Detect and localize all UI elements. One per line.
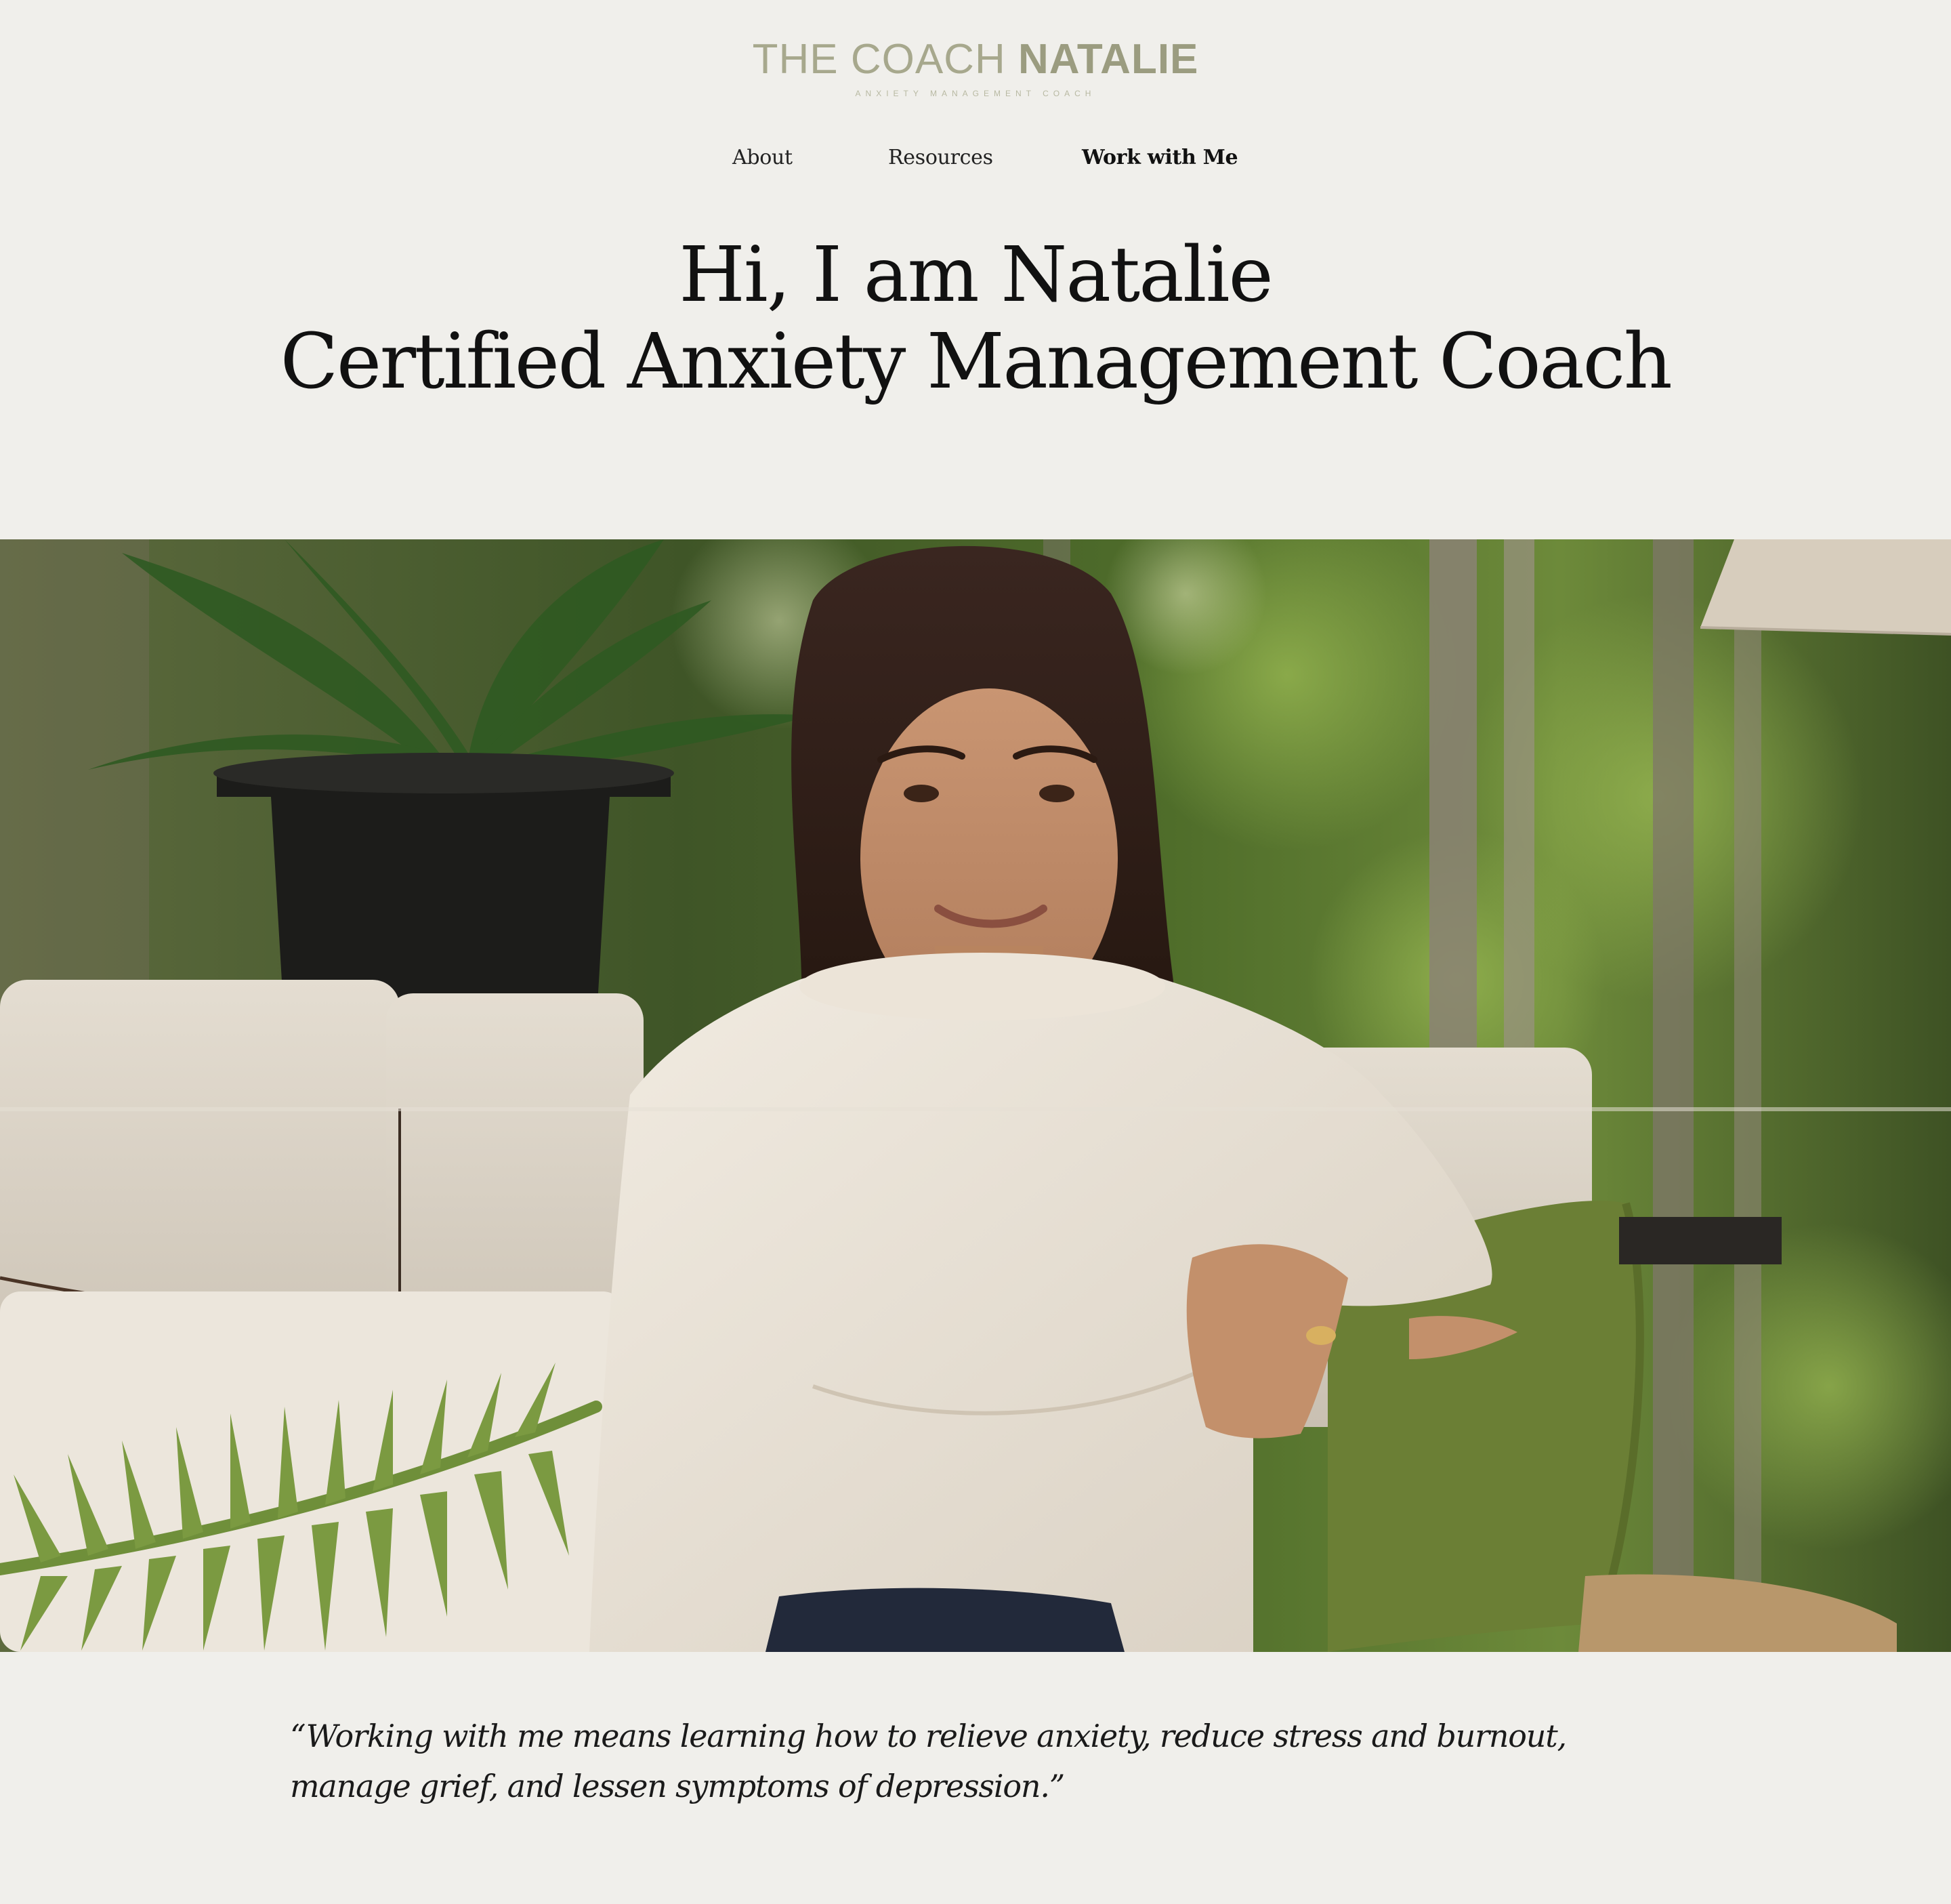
nav-link-work-with-me[interactable]: Work with Me <box>1082 141 1238 175</box>
nav-link-about[interactable]: About <box>732 141 793 175</box>
hero-heading: Hi, I am Natalie Certified Anxiety Manag… <box>0 230 1951 404</box>
hero-heading-line2: Certified Anxiety Management Coach <box>280 318 1673 406</box>
logo-wordmark: THE COACH NATALIE <box>0 35 1951 84</box>
nav-link-resources[interactable]: Resources <box>888 141 993 175</box>
hero-quote: “Working with me means learning how to r… <box>290 1718 1567 1804</box>
main-nav: About Resources Work with Me <box>0 141 1951 175</box>
logo-tagline: ANXIETY MANAGEMENT COACH <box>855 89 1096 98</box>
hero-photo <box>0 539 1951 1652</box>
page: THE COACH NATALIE ANXIETY MANAGEMENT COA… <box>0 0 1951 1904</box>
logo-wordmark-light: THE COACH <box>752 36 1018 83</box>
site-logo[interactable]: THE COACH NATALIE ANXIETY MANAGEMENT COA… <box>0 35 1951 99</box>
hero-photo-illustration <box>0 539 1951 1652</box>
hero-heading-line1: Hi, I am Natalie <box>679 231 1274 319</box>
logo-wordmark-bold: NATALIE <box>1018 36 1199 83</box>
